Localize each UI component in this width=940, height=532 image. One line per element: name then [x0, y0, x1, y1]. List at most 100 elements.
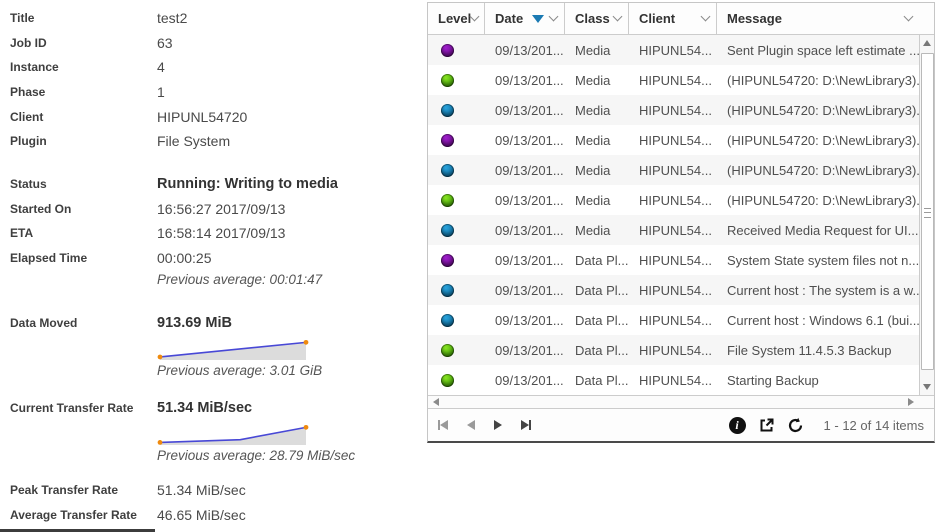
field-value: 00:00:25 — [157, 250, 212, 267]
field-label: Peak Transfer Rate — [10, 483, 119, 498]
cell-date: 09/13/201... — [495, 102, 564, 118]
field-label: Status — [10, 177, 47, 192]
column-header-date[interactable]: Date — [485, 3, 565, 34]
level-dot — [441, 133, 454, 147]
cell-message: (HIPUNL54720: D:\NewLibrary3)... — [727, 102, 919, 118]
horizontal-scrollbar[interactable] — [428, 395, 934, 408]
previous-average-note: Previous average: 00:01:47 — [157, 272, 323, 288]
table-row[interactable]: 09/13/201... Media HIPUNL54... Sent Plugin … — [428, 35, 919, 65]
next-page-button[interactable] — [494, 420, 502, 430]
table-row[interactable]: 09/13/201... Data Pl... HIPUNL54... Startin… — [428, 365, 919, 395]
column-header-level[interactable]: Level — [428, 3, 485, 34]
field-label: Data Moved — [10, 316, 78, 331]
field-label: Started On — [10, 201, 72, 216]
level-dot — [441, 253, 454, 267]
export-icon[interactable] — [758, 417, 775, 434]
cell-message: Current host : Windows 6.1 (bui... — [727, 312, 919, 328]
job-monitor-screen: Title test2 Job ID 63 Instance 4 Phase 1 Cli… — [0, 0, 940, 532]
chevron-down-icon[interactable] — [548, 11, 559, 22]
field-value: 4 — [157, 59, 165, 76]
cell-date: 09/13/201... — [495, 252, 564, 268]
table-row[interactable]: 09/13/201... Media HIPUNL54... (HIPUNL54720… — [428, 95, 919, 125]
level-dot — [441, 163, 454, 177]
level-dot — [441, 223, 454, 237]
data-moved-sparkline — [157, 339, 309, 360]
cell-client: HIPUNL54... — [639, 162, 712, 178]
scroll-left-icon[interactable] — [433, 398, 439, 406]
column-label: Class — [575, 11, 610, 26]
field-value: File System — [157, 133, 231, 150]
cell-client: HIPUNL54... — [639, 222, 712, 238]
cell-client: HIPUNL54... — [639, 252, 712, 268]
metric-value: 51.34 MiB/sec — [157, 400, 253, 417]
chevron-down-icon[interactable] — [612, 11, 623, 22]
table-row[interactable]: 09/13/201... Media HIPUNL54... (HIPUNL54720… — [428, 65, 919, 95]
vertical-scrollbar[interactable] — [919, 35, 934, 395]
refresh-icon[interactable] — [787, 417, 804, 434]
sort-desc-icon — [532, 14, 545, 23]
field-label: Average Transfer Rate — [10, 507, 137, 522]
cell-date: 09/13/201... — [495, 372, 564, 388]
column-header-message[interactable]: Message — [717, 3, 919, 34]
field-label: ETA — [10, 226, 34, 241]
info-icon[interactable]: i — [728, 416, 746, 434]
last-page-button[interactable] — [521, 420, 531, 430]
scrollbar-thumb[interactable] — [921, 53, 934, 370]
field-label: Elapsed Time — [10, 251, 88, 266]
field-value: 1 — [157, 84, 165, 101]
field-value: HIPUNL54720 — [157, 108, 248, 125]
cell-date: 09/13/201... — [495, 192, 564, 208]
table-row[interactable]: 09/13/201... Media HIPUNL54... Received Med… — [428, 215, 919, 245]
level-dot — [441, 103, 454, 117]
scroll-up-icon[interactable] — [923, 40, 931, 46]
header-scroll-spacer — [919, 3, 934, 34]
table-row[interactable]: 09/13/201... Media HIPUNL54... (HIPUNL54720… — [428, 185, 919, 215]
table-row[interactable]: 09/13/201... Data Pl... HIPUNL54... File Sy… — [428, 335, 919, 365]
column-header-client[interactable]: Client — [629, 3, 717, 34]
chevron-down-icon[interactable] — [469, 11, 480, 22]
field-label: Current Transfer Rate — [10, 401, 134, 416]
scroll-down-icon[interactable] — [923, 384, 931, 390]
level-dot — [441, 283, 454, 297]
column-header-class[interactable]: Class — [565, 3, 629, 34]
first-page-button[interactable] — [438, 420, 448, 430]
scroll-right-icon[interactable] — [908, 398, 914, 406]
cell-message: System State system files not n... — [727, 252, 919, 268]
cell-date: 09/13/201... — [495, 222, 564, 238]
field-label: Job ID — [10, 35, 47, 50]
field-label: Phase — [10, 85, 46, 100]
cell-class: Media — [575, 102, 611, 118]
cell-client: HIPUNL54... — [639, 342, 712, 358]
job-status-section: Status Running: Writing to media Started … — [10, 172, 420, 289]
table-row[interactable]: 09/13/201... Media HIPUNL54... (HIPUNL54720… — [428, 155, 919, 185]
cell-date: 09/13/201... — [495, 132, 564, 148]
cell-class: Data Pl... — [575, 252, 629, 268]
cell-client: HIPUNL54... — [639, 372, 712, 388]
level-dot — [441, 43, 454, 57]
cell-date: 09/13/201... — [495, 312, 564, 328]
cell-client: HIPUNL54... — [639, 282, 712, 298]
field-value: 16:58:14 2017/09/13 — [157, 225, 286, 242]
table-row[interactable]: 09/13/201... Data Pl... HIPUNL54... Current… — [428, 275, 919, 305]
table-row[interactable]: 09/13/201... Media HIPUNL54... (HIPUNL54720… — [428, 125, 919, 155]
cell-message: (HIPUNL54720: D:\NewLibrary3)... — [727, 162, 919, 178]
field-value: 16:56:27 2017/09/13 — [157, 200, 286, 217]
cell-message: (HIPUNL54720: D:\NewLibrary3)... — [727, 72, 919, 88]
table-row[interactable]: 09/13/201... Data Pl... HIPUNL54... System … — [428, 245, 919, 275]
previous-average-note: Previous average: 3.01 GiB — [157, 362, 323, 378]
table-row[interactable]: 09/13/201... Data Pl... HIPUNL54... Current… — [428, 305, 919, 335]
prev-page-button[interactable] — [467, 420, 475, 430]
cell-class: Media — [575, 72, 611, 88]
field-label: Client — [10, 109, 44, 124]
chevron-down-icon[interactable] — [903, 11, 914, 22]
level-dot — [441, 373, 454, 387]
cell-class: Data Pl... — [575, 342, 629, 358]
column-label: Client — [639, 11, 676, 26]
cell-client: HIPUNL54... — [639, 192, 712, 208]
level-dot — [441, 313, 454, 327]
cell-message: Received Media Request for UI... — [727, 222, 919, 238]
field-value: 46.65 MiB/sec — [157, 506, 246, 523]
cell-date: 09/13/201... — [495, 282, 564, 298]
cell-client: HIPUNL54... — [639, 102, 712, 118]
chevron-down-icon[interactable] — [700, 11, 711, 22]
